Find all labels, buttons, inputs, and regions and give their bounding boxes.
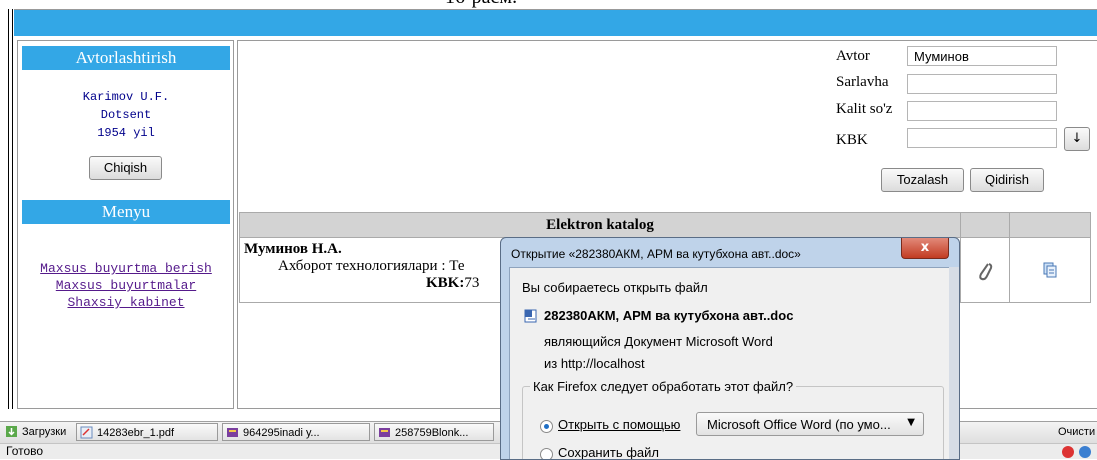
logout-button[interactable]: Chiqish [89,156,162,180]
download-item-2[interactable]: 964295inadi у... [222,423,370,441]
adblock-icon[interactable] [1062,446,1074,458]
auth-heading: Avtorlashtirish [22,46,230,70]
download-item-1[interactable]: 14283ebr_1.pdf [76,423,218,441]
catalog-col-copy [1009,212,1091,238]
open-with-radio[interactable] [540,420,553,433]
open-with-app-value: Microsoft Office Word (по умо... [707,417,891,432]
clear-button[interactable]: Tozalash [881,168,964,192]
keyword-label: Kalit so'z [836,101,893,117]
clear-downloads-button[interactable]: Очисти [1055,423,1097,441]
copy-cell [1009,237,1091,303]
author-input[interactable]: Муминов [907,46,1057,66]
dialog-filename: 282380АКМ, АРМ ва кутубхона авт..doc [544,308,794,323]
menu-item-personal-cabinet[interactable]: Shaxsiy kabinet [22,295,230,310]
header-bar [14,9,1097,36]
entry-kbk-value: 73 [464,275,480,291]
dialog-scrollbar[interactable] [949,267,959,459]
sync-icon[interactable] [1079,446,1091,458]
archive-icon [379,428,390,437]
downloads-button[interactable]: Загрузки [2,423,72,441]
download-item-3-label: 258759Blonk... [395,427,469,439]
menu-item-special-order[interactable]: Maxsus buyurtma berish [22,261,230,276]
page-caption: 16-расм. [445,0,517,9]
downloads-label: Загрузки [22,426,67,438]
paperclip-icon[interactable] [976,260,994,282]
copy-icon[interactable] [1042,262,1058,278]
title-input[interactable] [907,74,1057,94]
search-button[interactable]: Qidirish [970,168,1044,192]
user-title: Dotsent [100,108,152,122]
title-label: Sarlavha [836,74,889,90]
dialog-title: Открытие «282380АКМ, АРМ ва кутубхона ав… [511,247,801,261]
word-document-icon [524,309,537,323]
status-text: Готово [6,444,44,458]
entry-kbk-label: KBK: [426,275,465,291]
downloads-icon [6,426,17,437]
open-with-app-select[interactable]: Microsoft Office Word (по умо... ▼ [696,412,924,436]
download-item-2-label: 964295inadi у... [243,427,320,439]
open-file-dialog: Открытие «282380АКМ, АРМ ва кутубхона ав… [500,237,960,460]
download-item-1-label: 14283ebr_1.pdf [97,427,175,439]
page-border-left [8,9,9,409]
user-name: Karimov U.F. [82,90,170,104]
kbk-dropdown-button[interactable]: ↓ [1064,127,1090,151]
kbk-input[interactable] [907,128,1057,148]
page-caption-area: 16-расм. [0,0,1097,9]
user-year: 1954 yil [97,126,155,140]
menu-heading: Menyu [22,200,230,224]
dialog-type-line: являющийся Документ Microsoft Word [544,334,773,349]
catalog-col-attach [960,212,1010,238]
dialog-source-line: из http://localhost [544,356,645,371]
user-info: Karimov U.F. Dotsent 1954 yil [22,88,230,142]
dialog-intro: Вы собираетесь открыть файл [522,280,708,295]
pdf-icon [80,426,93,439]
catalog-heading: Elektron katalog [239,212,961,238]
attach-cell [960,237,1010,303]
keyword-input[interactable] [907,101,1057,121]
open-with-label[interactable]: Открыть с помощью [558,417,680,432]
chevron-down-icon: ▼ [907,417,915,428]
menu-item-special-orders[interactable]: Maxsus buyurtmalar [22,278,230,293]
dialog-body: Вы собираетесь открыть файл 282380АКМ, А… [509,267,951,459]
close-icon[interactable]: x [901,238,949,259]
page-border-left-inner [12,9,13,409]
author-label: Avtor [836,48,870,64]
archive-icon [227,428,238,437]
save-file-radio[interactable] [540,448,553,459]
kbk-label: KBK [836,132,868,148]
download-item-3[interactable]: 258759Blonk... [374,423,494,441]
handler-question: Как Firefox следует обработать этот файл… [530,379,797,394]
